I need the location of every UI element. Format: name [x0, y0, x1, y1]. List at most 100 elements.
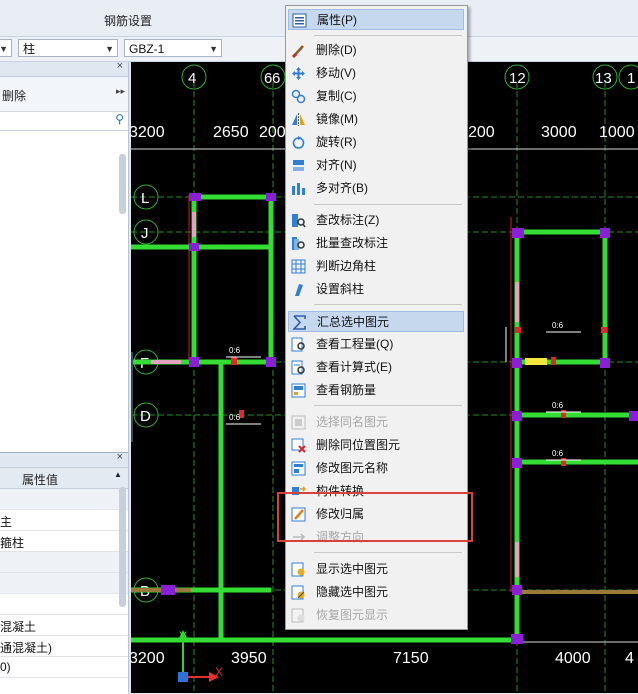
menu-item-properties[interactable]: 属性(P): [288, 9, 464, 30]
menu-item-label: 镜像(M): [316, 112, 358, 126]
rebar-label: 0:6: [229, 346, 241, 355]
menu-item-align[interactable]: 对齐(N): [288, 155, 464, 176]
menu-item-hide-selected[interactable]: 隐藏选中图元: [288, 582, 464, 603]
delete-button[interactable]: 删除: [2, 87, 26, 104]
menu-item-sum-selected[interactable]: 汇总选中图元: [288, 311, 464, 332]
chevron-down-icon: ▼: [209, 44, 218, 54]
property-row[interactable]: [0, 573, 128, 594]
hide-selected-icon: [291, 585, 305, 600]
corner-column-icon: [291, 259, 306, 274]
search-input[interactable]: ⚲: [0, 112, 128, 131]
menu-item-rotate[interactable]: 旋转(R): [288, 132, 464, 153]
menu-item-mirror[interactable]: 镜像(M): [288, 109, 464, 130]
menu-item-show-selected[interactable]: 显示选中图元: [288, 559, 464, 580]
axis-label-L: L: [141, 190, 149, 207]
left-panel: × 删除 ▸▸ ⚲ × 属性值 ▲ 主 箍柱 混凝土 通混凝土) 0): [0, 60, 129, 694]
axis-label-13: 13: [595, 70, 612, 87]
more-icon[interactable]: ▸▸: [116, 86, 125, 97]
rebar-label: 0:6: [552, 321, 564, 330]
menu-item-label: 恢复图元显示: [316, 608, 389, 622]
delete-same-pos-icon: [291, 438, 306, 453]
property-row[interactable]: 混凝土: [0, 615, 128, 636]
menu-item-select-same-name: 选择同名图元: [288, 412, 464, 433]
menu-item-delete-same-position[interactable]: 删除同位置图元: [288, 435, 464, 456]
dimension-text: 2650: [213, 124, 249, 141]
property-value-header: 属性值: [22, 473, 59, 487]
menu-item-label: 查看钢筋量: [316, 383, 377, 397]
dimension-text: 7150: [393, 650, 429, 667]
floor-combo[interactable]: ▼: [0, 39, 12, 57]
component-list-toolbar: 删除 ▸▸: [0, 77, 128, 112]
menu-item-corner-column[interactable]: 判断边角柱: [288, 256, 464, 277]
property-row[interactable]: [0, 594, 128, 615]
menu-item-label: 移动(V): [316, 66, 356, 80]
menu-separator: [314, 204, 462, 205]
search-icon[interactable]: ⚲: [115, 112, 124, 126]
dimension-text: 4: [625, 650, 634, 667]
scroll-up-icon[interactable]: ▲: [114, 470, 122, 479]
menu-item-label: 属性(P): [317, 13, 357, 27]
properties-column-header: 属性值 ▲: [0, 468, 128, 489]
close-icon[interactable]: ×: [117, 451, 123, 463]
menu-item-label: 判断边角柱: [316, 259, 377, 273]
menu-item-label: 设置斜柱: [316, 282, 365, 296]
menu-item-batch-annotation[interactable]: 批量查改标注: [288, 233, 464, 254]
scrollbar[interactable]: [119, 154, 126, 214]
component-name-combo[interactable]: GBZ-1 ▼: [124, 39, 222, 57]
menu-item-view-quantity[interactable]: 查看工程量(Q): [288, 334, 464, 355]
rename-icon: [291, 461, 306, 476]
property-value: 通混凝土): [0, 641, 52, 655]
dimension-text: 200: [259, 124, 286, 141]
property-row[interactable]: 0): [0, 657, 128, 678]
copy-icon: [291, 89, 306, 104]
restore-display-icon: [291, 608, 305, 623]
axis-label-D: D: [140, 408, 151, 425]
scrollbar[interactable]: [119, 487, 126, 607]
property-row[interactable]: [0, 552, 128, 573]
menu-separator: [314, 304, 462, 305]
menu-item-label: 删除(D): [316, 43, 357, 57]
rebar-label: 0:6: [229, 413, 241, 422]
menu-item-label: 查改标注(Z): [316, 213, 380, 227]
menu-item-rename[interactable]: 修改图元名称: [288, 458, 464, 479]
properties-panel: × 属性值 ▲ 主 箍柱 混凝土 通混凝土) 0): [0, 451, 128, 694]
menu-item-label: 选择同名图元: [316, 415, 389, 429]
axis-label-12: 12: [509, 70, 526, 87]
rotate-icon: [292, 136, 305, 149]
component-list-header: ×: [0, 60, 128, 77]
menu-item-view-rebar[interactable]: 查看钢筋量: [288, 380, 464, 401]
component-type-value: 柱: [23, 42, 36, 56]
menu-item-delete[interactable]: 删除(D): [288, 40, 464, 61]
close-icon[interactable]: ×: [117, 60, 123, 72]
formula-icon: [291, 360, 305, 375]
menu-item-multi-align[interactable]: 多对齐(B): [288, 178, 464, 199]
menu-item-move[interactable]: 移动(V): [288, 63, 464, 84]
property-row[interactable]: 主: [0, 510, 128, 531]
menu-item-label: 查看计算式(E): [316, 360, 392, 374]
delete-brush-icon: [291, 45, 304, 58]
rebar-label: 0:6: [552, 401, 564, 410]
property-row[interactable]: 通混凝土): [0, 636, 128, 657]
chevron-down-icon: ▼: [105, 44, 114, 54]
menu-separator: [314, 552, 462, 553]
component-type-combo[interactable]: 柱 ▼: [18, 39, 118, 57]
property-row[interactable]: [0, 489, 128, 510]
property-row[interactable]: 箍柱: [0, 531, 128, 552]
panel-collapse-handle[interactable]: [131, 352, 133, 442]
edit-annotation-icon: [292, 214, 306, 228]
menu-item-label: 查看工程量(Q): [316, 337, 394, 351]
menu-item-label: 显示选中图元: [316, 562, 389, 576]
menu-item-slant-column[interactable]: 设置斜柱: [288, 279, 464, 300]
menu-item-label: 复制(C): [316, 89, 357, 103]
batch-annotation-icon: [292, 237, 305, 250]
mirror-icon: [292, 113, 305, 126]
menu-item-copy[interactable]: 复制(C): [288, 86, 464, 107]
menu-item-label: 多对齐(B): [316, 181, 368, 195]
menu-item-edit-annotation[interactable]: 查改标注(Z): [288, 210, 464, 231]
menu-item-restore-display: 恢复图元显示: [288, 605, 464, 626]
menu-item-view-formula[interactable]: 查看计算式(E): [288, 357, 464, 378]
menu-item-label: 删除同位置图元: [316, 438, 401, 452]
align-icon: [293, 160, 304, 171]
axis-label-6b: 6: [272, 70, 280, 87]
dimension-text: 3000: [541, 124, 577, 141]
